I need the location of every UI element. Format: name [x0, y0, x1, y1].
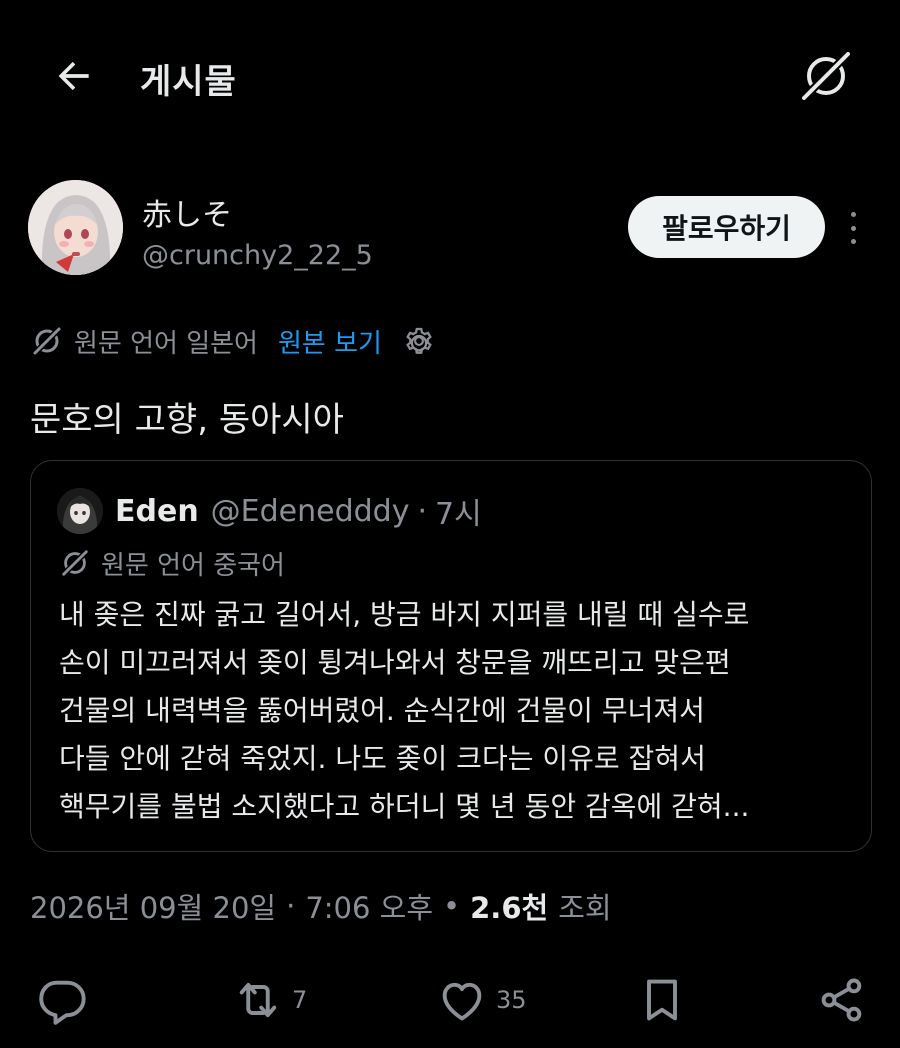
post-meta: 2026년 09월 20일 · 7:06 오후 • 2.6천 조회 — [30, 884, 612, 928]
post-date: 2026년 09월 20일 — [30, 891, 277, 925]
quoted-avatar — [57, 488, 103, 534]
retweet-icon — [239, 982, 277, 1018]
reply-icon — [39, 980, 86, 1025]
top-bar: 게시물 — [0, 0, 900, 150]
quoted-post[interactable]: Eden @Edenedddy · 7시 원문 언어 중국어 내 좆은 진짜 굵… — [30, 460, 872, 852]
quoted-translation-info: 원문 언어 중국어 — [59, 545, 285, 581]
quoted-translation-label: 원문 언어 중국어 — [101, 550, 285, 581]
retweet-button[interactable]: 7 — [232, 974, 307, 1026]
share-icon — [821, 978, 862, 1022]
more-vertical-icon — [850, 212, 856, 217]
meta-separator: · — [286, 889, 296, 923]
share-button[interactable] — [816, 974, 868, 1026]
view-count[interactable]: 2.6천 — [470, 885, 548, 927]
translation-label: 원문 언어 일본어 — [74, 328, 258, 359]
translation-info: 원문 언어 일본어 원본 보기 — [30, 322, 436, 360]
quoted-text-line: 손이 미끄러져서 좆이 튕겨나와서 창문을 깨뜨리고 맞은편 — [59, 646, 731, 679]
grok-button[interactable] — [796, 46, 856, 106]
avatar[interactable] — [28, 180, 123, 275]
quoted-separator: · — [417, 493, 428, 529]
author-handle[interactable]: @crunchy2_22_5 — [142, 240, 373, 271]
meta-separator: • — [443, 889, 461, 923]
page-title: 게시물 — [140, 62, 237, 102]
follow-button[interactable]: 팔로우하기 — [628, 196, 825, 258]
quoted-text-line: 핵무기를 불법 소지했다고 하더니 몇 년 동안 감옥에 갇혀... — [59, 790, 750, 823]
bookmark-icon — [647, 979, 677, 1021]
author-display-name[interactable]: 赤しそ — [142, 190, 232, 234]
grok-icon — [801, 51, 851, 101]
translate-icon — [31, 325, 63, 357]
quoted-text-line: 다들 안에 갇혀 죽었지. 나도 좆이 크다는 이유로 잡혀서 — [59, 742, 706, 775]
quoted-post-text: 내 좆은 진짜 굵고 길어서, 방금 바지 지퍼를 내릴 때 실수로 손이 미끄… — [59, 591, 859, 831]
retweet-count: 7 — [292, 986, 308, 1014]
quoted-handle: @Edenedddy — [210, 493, 410, 529]
heart-icon — [442, 982, 482, 1021]
like-count: 35 — [496, 986, 527, 1014]
view-label: 조회 — [558, 891, 612, 925]
post-time: 7:06 오후 — [305, 891, 434, 925]
quoted-timestamp: 7시 — [435, 497, 482, 532]
more-options-button[interactable] — [840, 208, 866, 248]
gear-icon — [406, 327, 432, 354]
like-button[interactable]: 35 — [436, 974, 527, 1026]
avatar-image — [28, 180, 123, 275]
action-bar: 7 35 — [0, 960, 900, 1040]
post-author: 赤しそ @crunchy2_22_5 팔로우하기 — [28, 180, 878, 276]
quoted-text-line: 내 좆은 진짜 굵고 길어서, 방금 바지 지퍼를 내릴 때 실수로 — [59, 598, 750, 631]
post-text: 문호의 고향, 동아시아 — [30, 400, 344, 440]
show-original-link[interactable]: 원본 보기 — [278, 323, 382, 360]
bookmark-button[interactable] — [636, 974, 688, 1026]
quoted-post-header: Eden @Edenedddy · 7시 — [57, 487, 482, 535]
quoted-display-name: Eden — [115, 493, 199, 529]
translate-icon — [60, 548, 90, 578]
arrow-left-icon — [58, 61, 89, 91]
back-button[interactable] — [50, 52, 98, 100]
quoted-text-line: 건물의 내력벽을 뚫어버렸어. 순식간에 건물이 무너져서 — [59, 694, 705, 727]
reply-button[interactable] — [36, 974, 88, 1026]
translation-settings-button[interactable] — [402, 324, 436, 358]
